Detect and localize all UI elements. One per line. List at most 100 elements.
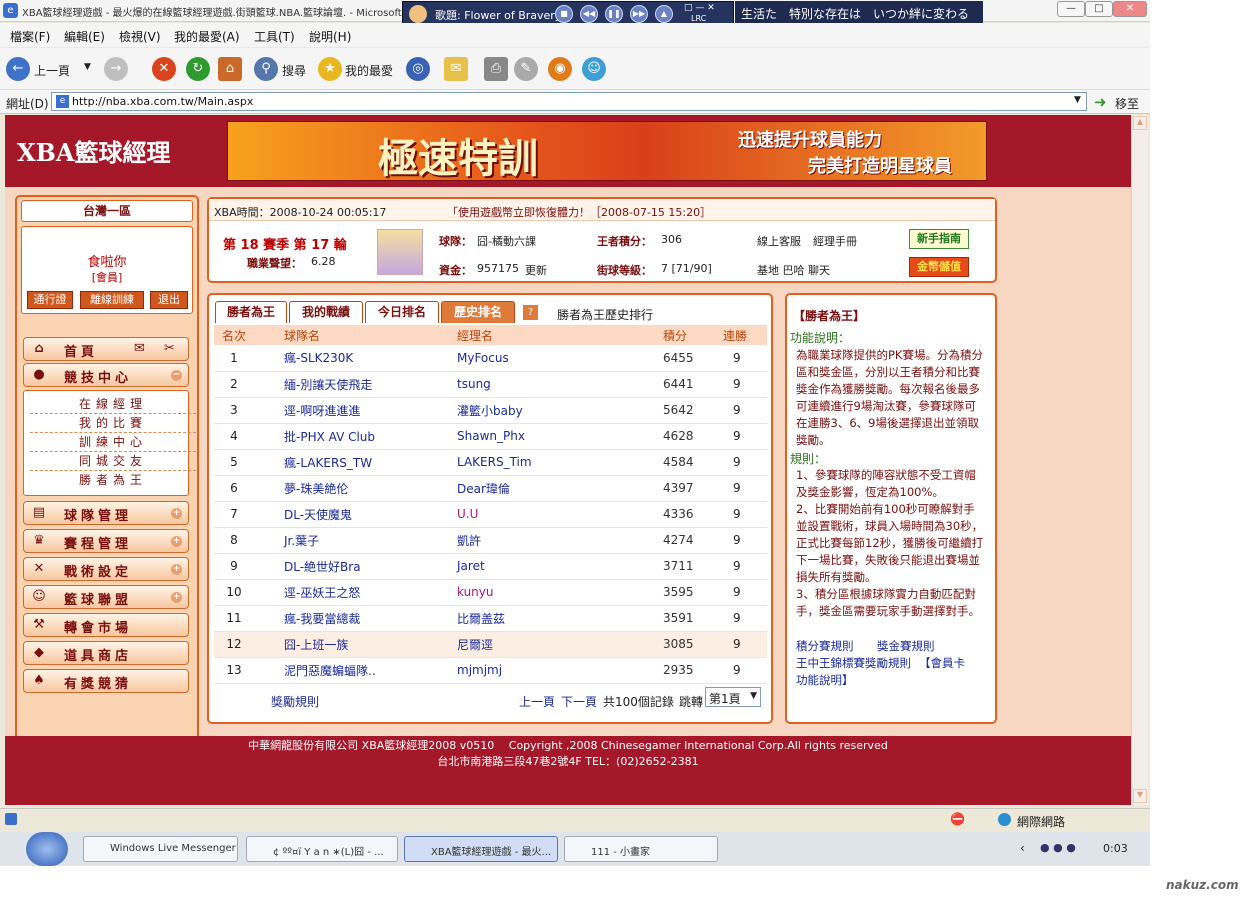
tools-icon[interactable]: ✂ [164, 341, 175, 356]
address-input[interactable]: http://nba.xba.com.tw/Main.aspx [51, 92, 1087, 111]
logout-button[interactable]: 退出 [150, 291, 188, 309]
menu-help[interactable]: 說明(H) [309, 28, 351, 45]
forward-icon[interactable]: ▶▶ [630, 5, 648, 23]
popup-blocked-icon[interactable]: ⛔ [950, 812, 965, 826]
research-icon[interactable]: ◉ [548, 57, 572, 81]
submenu-training[interactable]: 訓練中心 [30, 433, 196, 452]
manager-cell[interactable]: 灌籃小baby [457, 397, 663, 424]
manager-cell[interactable]: mjmjmj [457, 657, 663, 684]
manager-cell[interactable]: MyFocus [457, 345, 663, 372]
manager-cell[interactable]: Dear瑋倫 [457, 475, 663, 502]
newbie-guide-button[interactable]: 新手指南 [909, 229, 969, 249]
manager-cell[interactable]: Jaret [457, 553, 663, 580]
rewind-icon[interactable]: ◀◀ [580, 5, 598, 23]
nav-transfer[interactable]: ⚒ 轉會市場 [23, 613, 189, 637]
pass-button[interactable]: 通行證 [27, 291, 73, 309]
team-cell[interactable]: 逕-巫妖王之怒 [284, 579, 457, 606]
forward-icon[interactable]: → [104, 57, 128, 81]
task-messenger[interactable]: Windows Live Messenger [83, 836, 238, 862]
media-icon[interactable]: ◎ [406, 57, 430, 81]
messenger-icon[interactable]: ☺ [582, 57, 606, 81]
manager-cell[interactable]: 凱許 [457, 527, 663, 554]
search-label[interactable]: 搜尋 [282, 62, 306, 79]
lrc-label[interactable]: LRC [691, 14, 706, 23]
tab-my-record[interactable]: 我的戰績 [289, 301, 363, 323]
address-dropdown-icon[interactable]: ▼ [1074, 95, 1081, 105]
help-icon[interactable]: ? [523, 305, 538, 320]
pause-icon[interactable]: ❚❚ [605, 5, 623, 23]
close-button[interactable]: ✕ [1113, 1, 1147, 17]
manager-cell[interactable]: tsung [457, 371, 663, 398]
go-label[interactable]: 移至 [1115, 95, 1139, 112]
edit-icon[interactable]: ✎ [514, 57, 538, 81]
nav-team[interactable]: ▤ 球隊管理 + [23, 501, 189, 525]
refresh-icon[interactable]: ↻ [186, 57, 210, 81]
menu-tools[interactable]: 工具(T) [254, 28, 295, 45]
task-xba-browser[interactable]: XBA籃球經理遊戲 - 最火... [404, 836, 558, 862]
championship-rules-link[interactable]: 王中王錦標賽獎勵規則 [796, 655, 911, 671]
member-card-link-1[interactable]: 【會員卡 [919, 655, 965, 671]
minimize-button[interactable]: — [1057, 1, 1085, 17]
team-cell[interactable]: 瘋-SLK230K [284, 345, 457, 372]
team-cell[interactable]: 緬-別讓天使飛走 [284, 371, 457, 398]
prev-page-link[interactable]: 上一頁 [519, 693, 555, 710]
service-link[interactable]: 線上客服 [757, 233, 801, 249]
eject-icon[interactable]: ▲ [655, 5, 673, 23]
page-select[interactable]: 第1頁 ▼ [705, 687, 761, 707]
mail-icon[interactable]: ✉ [444, 57, 468, 81]
team-cell[interactable]: 瘋-我要當總裁 [284, 605, 457, 632]
promo-banner[interactable]: 極速特訓 迅速提升球員能力 完美打造明星球員 [227, 121, 987, 181]
notice-link[interactable]: 「使用遊戲幣立即恢復體力！［2008-07-15 15:20］ [447, 204, 711, 220]
go-arrow-icon[interactable]: ➜ [1094, 93, 1107, 111]
tray-icons[interactable]: ● ● ● [1040, 841, 1076, 854]
back-dropdown-icon[interactable]: ▼ [84, 62, 91, 72]
team-cell[interactable]: Jr.葉子 [284, 527, 457, 554]
nav-prize[interactable]: ♠ 有獎競猜 [23, 669, 189, 693]
menu-favorites[interactable]: 我的最愛(A) [174, 28, 240, 45]
favorites-star-icon[interactable]: ★ [318, 57, 342, 81]
team-cell[interactable]: 瘋-LAKERS_TW [284, 449, 457, 476]
menu-edit[interactable]: 編輯(E) [64, 28, 105, 45]
team-cell[interactable]: 批-PHX AV Club [284, 423, 457, 450]
recharge-button[interactable]: 金幣儲值 [909, 257, 969, 277]
nav-tactics[interactable]: ✕ 戰術設定 + [23, 557, 189, 581]
team-cell[interactable]: 逕-啊呀進進進 [284, 397, 457, 424]
submenu-friends[interactable]: 同城交友 [30, 452, 196, 471]
nav-league[interactable]: ☺ 籃球聯盟 + [23, 585, 189, 609]
team-cell[interactable]: DL-天使魔鬼 [284, 501, 457, 528]
nav-shop[interactable]: ◆ 道具商店 [23, 641, 189, 665]
search-icon[interactable]: ⚲ [254, 57, 278, 81]
back-icon[interactable]: ← [6, 57, 30, 81]
team-cell[interactable]: 囧-上班一族 [284, 631, 457, 658]
community-links[interactable]: 基地 巴哈 聊天 [757, 262, 830, 278]
menu-file[interactable]: 檔案(F) [10, 28, 50, 45]
favorites-label[interactable]: 我的最愛 [345, 62, 393, 79]
task-paint[interactable]: 111 - 小畫家 [564, 836, 718, 862]
manager-cell[interactable]: kunyu [457, 579, 663, 606]
manager-cell[interactable]: 比爾盖茲 [457, 605, 663, 632]
submenu-my-games[interactable]: 我的比賽 [30, 414, 196, 433]
submenu-online-manager[interactable]: 在線經理 [30, 395, 196, 414]
member-card-link-2[interactable]: 功能說明】 [796, 672, 854, 688]
home-icon[interactable]: ⌂ [218, 57, 242, 81]
nav-competition[interactable]: ● 競技中心 − [23, 363, 189, 387]
manual-link[interactable]: 經理手冊 [813, 233, 857, 249]
tray-chevron-icon[interactable]: ‹ [1020, 841, 1025, 855]
tab-winner-king[interactable]: 勝者為王 [215, 301, 287, 323]
nav-home[interactable]: ⌂ 首頁 ✉ ✂ [23, 337, 189, 361]
tab-history[interactable]: 歷史排名 [441, 301, 515, 323]
stop-icon[interactable]: ■ [555, 5, 573, 23]
tab-today[interactable]: 今日排名 [365, 301, 439, 323]
manager-cell[interactable]: 尼爾逕 [457, 631, 663, 658]
manager-cell[interactable]: Shawn_Phx [457, 423, 663, 450]
next-page-link[interactable]: 下一頁 [561, 693, 597, 710]
team-cell[interactable]: DL-絶世好Bra [284, 553, 457, 580]
task-chat[interactable]: ¢ ºº¤ï Y a n ∗(L)囧 - ... [246, 836, 398, 862]
points-rules-link[interactable]: 積分賽規則 [796, 638, 854, 654]
stop-icon[interactable]: ✕ [152, 57, 176, 81]
player-window-icon[interactable]: □ — ✕ [684, 3, 715, 13]
menu-view[interactable]: 檢視(V) [119, 28, 161, 45]
nav-schedule[interactable]: ♛ 賽程管理 + [23, 529, 189, 553]
site-logo[interactable]: XBA籃球經理 [17, 133, 171, 168]
offline-training-button[interactable]: 離線訓練 [80, 291, 144, 309]
